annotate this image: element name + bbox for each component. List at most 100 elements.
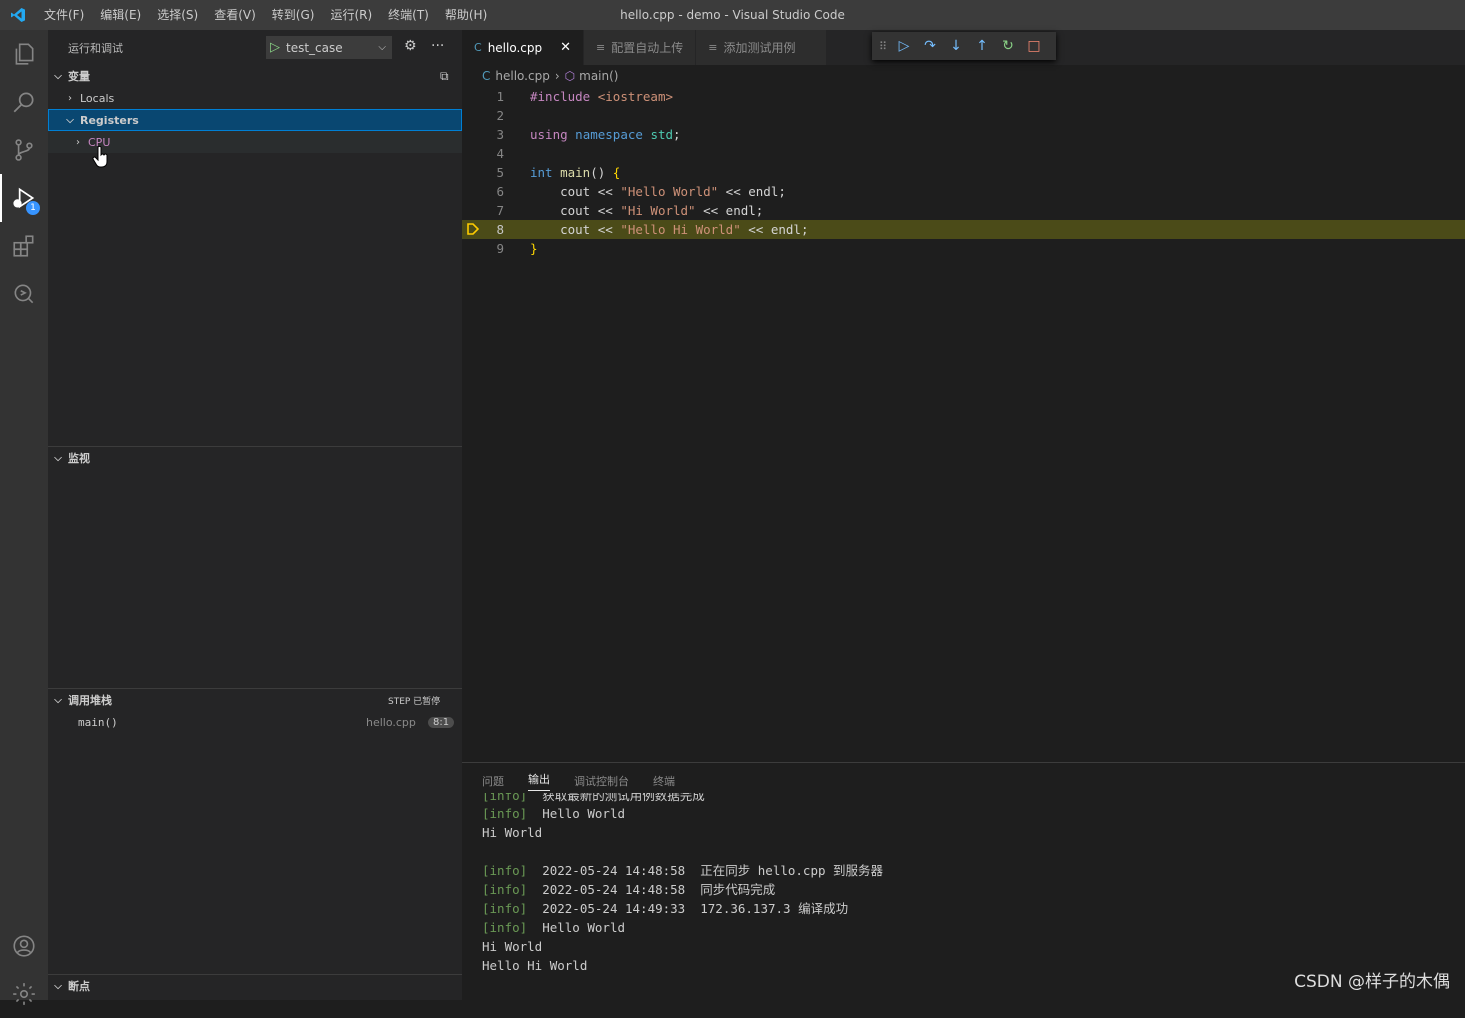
explorer-icon[interactable] bbox=[0, 30, 48, 78]
tab-auto-upload[interactable]: ≡ 配置自动上传 bbox=[584, 30, 697, 65]
line-number: 9 bbox=[496, 241, 504, 256]
document-icon: ≡ bbox=[596, 41, 606, 54]
chevron-down-icon: ⌵ bbox=[54, 980, 62, 992]
breakpoints-section-header[interactable]: ⌵ 断点 bbox=[48, 975, 462, 997]
title-bar: 文件(F) 编辑(E) 选择(S) 查看(V) 转到(G) 运行(R) 终端(T… bbox=[0, 0, 1465, 30]
tab-add-test-case[interactable]: ≡ 添加测试用例 bbox=[696, 30, 827, 65]
step-into-icon[interactable]: ↓ bbox=[946, 38, 966, 54]
drag-icon[interactable]: ⠿ bbox=[878, 40, 888, 53]
output-line: [info] 2022-05-24 14:49:33 172.36.137.3 … bbox=[482, 901, 849, 916]
variables-section-header[interactable]: ⌵ 变量 ⧉ bbox=[48, 65, 462, 87]
call-stack-title: 调用堆栈 bbox=[68, 694, 112, 707]
step-over-icon[interactable]: ↷ bbox=[920, 38, 940, 54]
menu-terminal[interactable]: 终端(T) bbox=[380, 0, 437, 30]
cpp-file-icon: C bbox=[474, 41, 482, 54]
search-icon[interactable] bbox=[0, 78, 48, 126]
line-number: 5 bbox=[496, 165, 504, 180]
code-text: int main() { bbox=[530, 165, 621, 180]
menu-selection[interactable]: 选择(S) bbox=[149, 0, 206, 30]
output-line: Hi World bbox=[482, 825, 543, 840]
tab-label: hello.cpp bbox=[487, 40, 543, 55]
extensions-icon[interactable] bbox=[0, 222, 48, 270]
code-line: 7 cout << "Hi World" << endl; bbox=[462, 201, 1465, 220]
bottom-panel: 问题 输出 调试控制台 终端 [info] 获取最新的测试用例数据完成 [inf… bbox=[462, 762, 1465, 1001]
gear-icon[interactable]: ⚙ bbox=[404, 38, 417, 54]
code-line: 6 cout << "Hello World" << endl; bbox=[462, 182, 1465, 201]
cpp-file-icon: C bbox=[482, 69, 491, 83]
run-debug-icon[interactable]: 1 bbox=[0, 174, 48, 222]
menu-view[interactable]: 查看(V) bbox=[206, 0, 264, 30]
more-actions-icon[interactable]: ··· bbox=[431, 38, 444, 54]
breakpoints-title: 断点 bbox=[68, 980, 90, 993]
tab-debug-console[interactable]: 调试控制台 bbox=[574, 773, 629, 789]
breadcrumb-symbol[interactable]: main() bbox=[579, 69, 618, 83]
start-debug-icon[interactable]: ▷ bbox=[270, 40, 280, 55]
menu-help[interactable]: 帮助(H) bbox=[437, 0, 495, 30]
code-line: 3 using namespace std; bbox=[462, 125, 1465, 144]
tree-item-registers[interactable]: ⌵ Registers bbox=[48, 109, 462, 131]
tab-output[interactable]: 输出 bbox=[528, 771, 550, 791]
call-stack-section-header[interactable]: ⌵ 调用堆栈 STEP 已暂停 bbox=[48, 689, 462, 711]
line-number: 7 bbox=[496, 203, 504, 218]
mouse-cursor-icon bbox=[92, 145, 110, 172]
chevron-right-icon: › bbox=[554, 69, 560, 83]
output-line: [info] 获取最新的测试用例数据完成 bbox=[482, 793, 705, 803]
tree-item-locals[interactable]: › Locals bbox=[48, 87, 462, 109]
frame-position: 8:1 bbox=[428, 716, 455, 728]
tree-item-cpu[interactable]: › CPU bbox=[48, 131, 462, 153]
stop-icon[interactable]: □ bbox=[1024, 38, 1044, 54]
line-number: 6 bbox=[496, 184, 504, 199]
menu-file[interactable]: 文件(F) bbox=[36, 0, 92, 30]
tab-label: 添加测试用例 bbox=[723, 41, 796, 55]
settings-icon[interactable] bbox=[0, 970, 48, 1018]
code-text: using namespace std; bbox=[530, 127, 681, 142]
code-line: 9 } bbox=[462, 239, 1465, 258]
document-icon: ≡ bbox=[708, 41, 718, 54]
line-number: 2 bbox=[496, 108, 504, 123]
sidebar-header: 运行和调试 ▷ test_case ⌵ ⚙ ··· bbox=[48, 30, 462, 66]
breadcrumb-file[interactable]: hello.cpp bbox=[495, 69, 549, 83]
line-number: 1 bbox=[496, 89, 504, 104]
chevron-down-icon: ⌵ bbox=[66, 114, 74, 126]
tab-terminal[interactable]: 终端 bbox=[653, 773, 675, 789]
menu-edit[interactable]: 编辑(E) bbox=[92, 0, 149, 30]
chevron-right-icon: › bbox=[68, 92, 72, 104]
code-text: cout << "Hello World" << endl; bbox=[530, 184, 786, 199]
run-config-select[interactable]: ▷ test_case ⌵ bbox=[266, 36, 392, 59]
collapse-all-icon[interactable]: ⧉ bbox=[440, 69, 449, 84]
run-config-label: test_case bbox=[286, 40, 343, 55]
variables-title: 变量 bbox=[68, 70, 90, 83]
output-line: [info] 2022-05-24 14:48:58 正在同步 hello.cp… bbox=[482, 863, 884, 878]
restart-icon[interactable]: ↻ bbox=[998, 38, 1018, 54]
step-out-icon[interactable]: ↑ bbox=[972, 38, 992, 54]
remote-icon[interactable] bbox=[0, 270, 48, 318]
output-line: Hello Hi World bbox=[482, 958, 588, 973]
account-icon[interactable] bbox=[0, 922, 48, 970]
call-stack-frame[interactable]: main() hello.cpp 8:1 bbox=[48, 711, 462, 733]
breadcrumb: C hello.cpp › ⬡ main() bbox=[462, 65, 1465, 87]
continue-icon[interactable]: ▷ bbox=[894, 38, 914, 54]
tab-hello-cpp[interactable]: C hello.cpp ✕ bbox=[462, 30, 585, 65]
code-line: 1 #include <iostream> bbox=[462, 87, 1465, 106]
chevron-down-icon: ⌵ bbox=[54, 452, 62, 464]
chevron-down-icon: ⌵ bbox=[378, 42, 386, 53]
debug-sidebar: 运行和调试 ▷ test_case ⌵ ⚙ ··· ⌵ 变量 ⧉ › Local… bbox=[48, 30, 462, 1000]
watch-title: 监视 bbox=[68, 452, 90, 465]
code-text: cout << "Hi World" << endl; bbox=[530, 203, 764, 218]
chevron-right-icon: › bbox=[76, 136, 80, 148]
menu-run[interactable]: 运行(R) bbox=[322, 0, 380, 30]
tab-label: 配置自动上传 bbox=[611, 41, 684, 55]
code-text: cout << "Hello Hi World" << endl; bbox=[530, 222, 809, 237]
close-icon[interactable]: ✕ bbox=[560, 40, 571, 55]
tab-problems[interactable]: 问题 bbox=[482, 773, 504, 789]
line-number: 8 bbox=[496, 222, 504, 237]
watch-section-header[interactable]: ⌵ 监视 bbox=[48, 447, 462, 469]
chevron-down-icon: ⌵ bbox=[54, 70, 62, 82]
paused-status: STEP 已暂停 bbox=[388, 696, 441, 707]
source-control-icon[interactable] bbox=[0, 126, 48, 174]
debug-toolbar: ⠿ ▷ ↷ ↓ ↑ ↻ □ bbox=[872, 32, 1056, 60]
line-number: 3 bbox=[496, 127, 504, 142]
frame-file: hello.cpp bbox=[366, 715, 416, 729]
menu-go[interactable]: 转到(G) bbox=[264, 0, 323, 30]
output-log[interactable]: [info] 获取最新的测试用例数据完成 [info] Hello World … bbox=[482, 793, 883, 975]
